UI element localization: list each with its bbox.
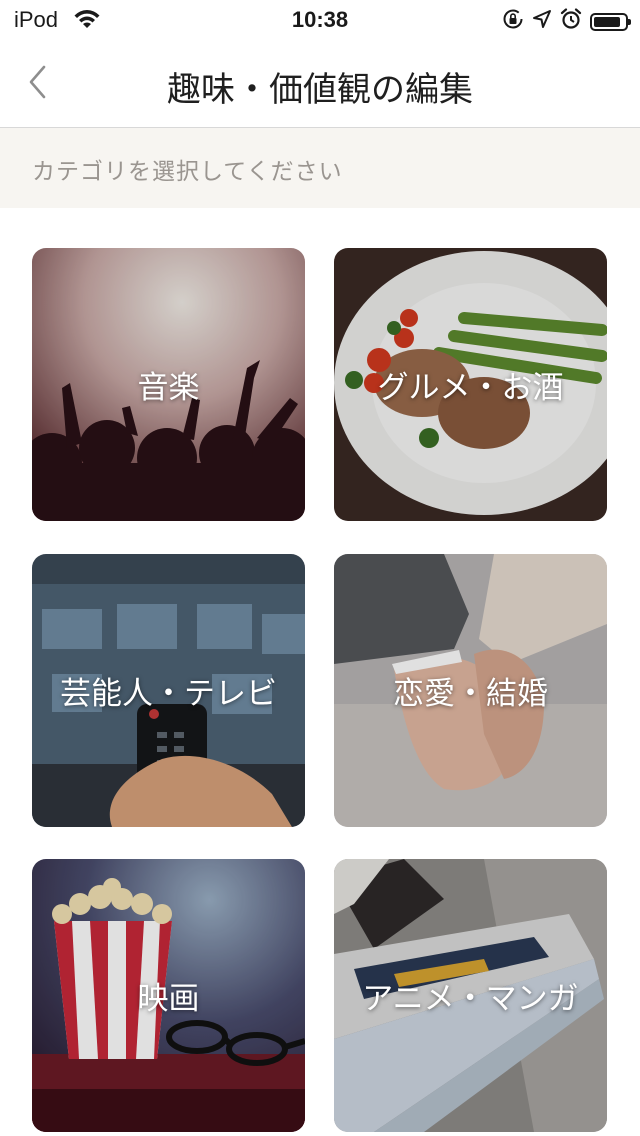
category-label: グルメ・お酒: [377, 370, 564, 406]
category-tile-anime-manga[interactable]: アニメ・マンガ: [334, 859, 607, 1132]
battery-icon: [590, 12, 631, 31]
orientation-lock-icon: [502, 8, 524, 35]
instruction-banner: カテゴリを選択してください: [0, 128, 640, 208]
category-label: 映画: [137, 981, 200, 1017]
location-arrow-icon: [532, 9, 552, 34]
category-tile-music[interactable]: 音楽: [32, 248, 305, 521]
category-label: アニメ・マンガ: [362, 981, 579, 1017]
instruction-text: カテゴリを選択してください: [32, 159, 343, 185]
category-label: 音楽: [137, 370, 200, 406]
category-tile-celebrity-tv[interactable]: 芸能人・テレビ: [32, 554, 305, 827]
category-label: 恋愛・結婚: [393, 676, 548, 712]
category-tile-movies[interactable]: 映画: [32, 859, 305, 1132]
status-bar: iPod 10:38: [0, 0, 640, 40]
navigation-bar: 趣味・価値観の編集: [0, 40, 640, 128]
alarm-icon: [560, 8, 582, 35]
battery-level: [594, 16, 620, 27]
category-tile-gourmet[interactable]: グルメ・お酒: [334, 248, 607, 521]
category-label: 芸能人・テレビ: [60, 676, 277, 712]
category-tile-love-marriage[interactable]: 恋愛・結婚: [334, 554, 607, 827]
page-title: 趣味・価値観の編集: [167, 70, 473, 110]
